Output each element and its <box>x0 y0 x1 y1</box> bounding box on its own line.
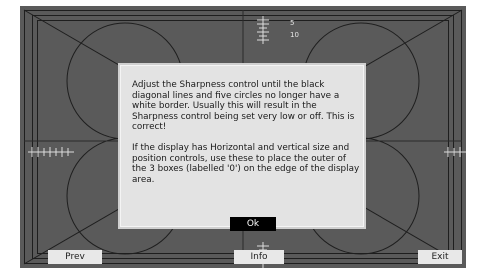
tick-label-5: 5 <box>290 19 295 27</box>
test-pattern-screen: 5 10 Adjust the Sharpness control until … <box>20 6 466 268</box>
top-tick-scale <box>257 16 269 44</box>
info-button[interactable]: Info <box>234 250 284 264</box>
right-tick-scale <box>444 147 466 157</box>
exit-button[interactable]: Exit <box>418 250 462 264</box>
dialog-message: Adjust the Sharpness control until the b… <box>132 80 360 195</box>
sharpness-instructions-dialog: Adjust the Sharpness control until the b… <box>118 63 366 231</box>
left-tick-scale <box>28 147 74 157</box>
tick-label-10: 10 <box>290 31 299 39</box>
ok-button[interactable]: Ok <box>230 217 276 231</box>
dialog-paragraph-sharpness: Adjust the Sharpness control until the b… <box>132 80 355 133</box>
prev-button[interactable]: Prev <box>48 250 102 264</box>
dialog-paragraph-position: If the display has Horizontal and vertic… <box>132 142 360 185</box>
